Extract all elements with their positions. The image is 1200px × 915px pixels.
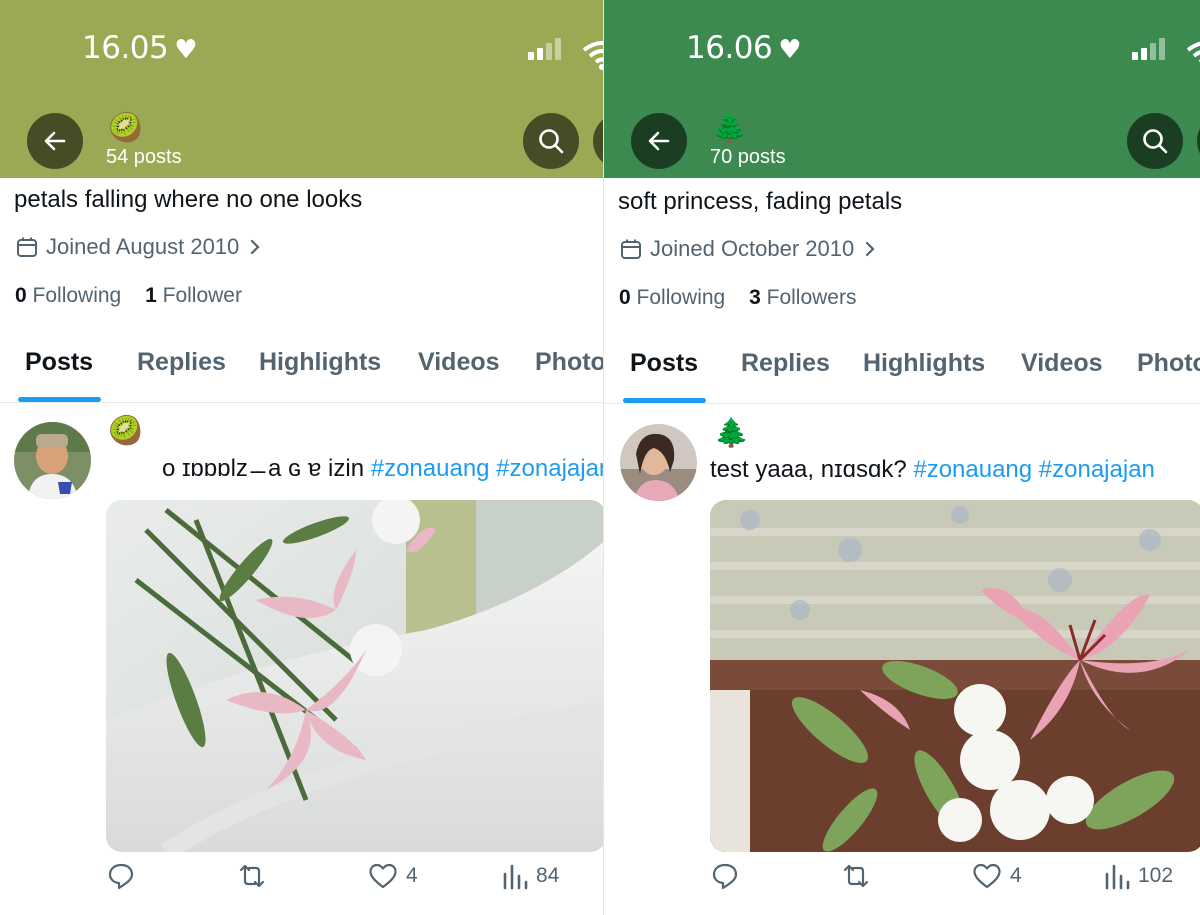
status-time: 16.06 ♥ — [686, 30, 802, 66]
more-button[interactable] — [593, 113, 603, 169]
avatar-image — [14, 422, 91, 499]
post-hashtags[interactable]: #zonauang #zonajajan — [913, 456, 1155, 483]
flower-photo — [106, 500, 603, 852]
tab-replies[interactable]: Replies — [741, 349, 830, 378]
tab-posts[interactable]: Posts — [630, 349, 698, 378]
following-link[interactable]: 0 Following — [15, 284, 121, 307]
calendar-icon — [17, 237, 37, 257]
posts-count: 54 posts — [106, 146, 182, 168]
profile-header: 16.05 ♥ 🥝 54 posts — [0, 0, 603, 178]
flower-photo — [710, 500, 1200, 852]
tab-videos[interactable]: Videos — [1021, 349, 1103, 378]
reply-icon — [712, 863, 738, 890]
like-button[interactable]: 4 — [368, 862, 418, 890]
back-button[interactable] — [631, 113, 687, 169]
views-count: 84 — [536, 864, 560, 887]
repost-button[interactable] — [236, 862, 276, 890]
wifi-icon — [582, 41, 603, 70]
follow-stats: 0 Following 1 Follower — [15, 284, 242, 308]
avatar-image — [620, 424, 697, 501]
active-tab-indicator — [623, 398, 706, 403]
signal-icon — [1132, 38, 1165, 60]
calendar-icon — [621, 239, 641, 259]
status-time: 16.05 ♥ — [82, 30, 198, 66]
repost-icon — [843, 864, 869, 888]
post-author-emoji: 🥝 — [108, 415, 143, 446]
follow-stats: 0 Following 3 Followers — [619, 286, 856, 310]
reply-icon — [108, 863, 134, 890]
search-button[interactable] — [1127, 113, 1183, 169]
posts-count: 70 posts — [710, 146, 786, 168]
post-actions: 4 84 — [0, 862, 603, 902]
profile-tabs: Posts Replies Highlights Videos Photos — [0, 345, 603, 403]
repost-icon — [239, 864, 265, 888]
joined-date[interactable]: Joined October 2010 — [620, 236, 878, 262]
like-count: 4 — [406, 864, 418, 887]
back-arrow-icon — [648, 131, 670, 151]
back-arrow-icon — [44, 131, 66, 151]
views-icon — [503, 864, 528, 890]
tab-photos[interactable]: Photos — [1137, 349, 1200, 378]
tab-posts[interactable]: Posts — [25, 348, 93, 377]
joined-label: Joined August 2010 — [46, 234, 240, 259]
header-emoji: 🌲 — [712, 112, 747, 143]
post-media[interactable] — [106, 500, 603, 852]
tab-videos[interactable]: Videos — [418, 348, 500, 377]
back-button[interactable] — [27, 113, 83, 169]
header-emoji: 🥝 — [108, 112, 143, 143]
followers-link[interactable]: 3 Followers — [749, 286, 856, 309]
heart-icon: ♥ — [174, 35, 198, 65]
profile-header: 16.06 ♥ 🌲 70 posts — [604, 0, 1200, 178]
like-icon — [973, 863, 1001, 889]
like-count: 4 — [1010, 864, 1022, 887]
followers-link[interactable]: 1 Follower — [145, 284, 242, 307]
active-tab-indicator — [18, 397, 101, 402]
profile-bio: petals falling where no one looks — [14, 186, 363, 213]
post-media[interactable] — [710, 500, 1200, 852]
tab-highlights[interactable]: Highlights — [863, 349, 985, 378]
joined-date[interactable]: Joined August 2010 — [16, 234, 263, 260]
chevron-right-icon — [866, 241, 875, 257]
screenshot-collage: 16.05 ♥ 🥝 54 posts petals falling where n… — [0, 0, 1200, 915]
views-button[interactable]: 102 — [1104, 862, 1173, 890]
avatar[interactable] — [620, 424, 697, 501]
heart-icon: ♥ — [778, 35, 802, 65]
profile-bio: soft princess, fading petals — [618, 188, 903, 215]
profile-tabs: Posts Replies Highlights Videos Photos — [604, 346, 1200, 404]
signal-icon — [528, 38, 561, 60]
post-hashtags[interactable]: #zonauang #zonajajan — [371, 455, 603, 482]
post-text: test yaaa, nɪɑsɑk? #zonauang #zonajajan — [710, 456, 1155, 483]
post-text: o ɪɒɒɒlᴢ ̵ ̵ a ɢ ɐ izin #zonauang #zonaj… — [162, 455, 603, 483]
tab-replies[interactable]: Replies — [137, 348, 226, 377]
avatar[interactable] — [14, 422, 91, 499]
joined-label: Joined October 2010 — [650, 236, 855, 261]
like-icon — [369, 863, 397, 889]
search-icon — [539, 129, 564, 154]
post-actions: 4 102 — [604, 862, 1200, 902]
search-button[interactable] — [523, 113, 579, 169]
wifi-icon — [1186, 41, 1200, 62]
tab-photos[interactable]: Photos — [535, 348, 603, 377]
views-count: 102 — [1138, 864, 1174, 887]
reply-button[interactable] — [107, 862, 143, 890]
reply-button[interactable] — [711, 862, 747, 890]
repost-button[interactable] — [840, 862, 880, 890]
following-link[interactable]: 0 Following — [619, 286, 725, 309]
tab-highlights[interactable]: Highlights — [259, 348, 381, 377]
profile-screen-left: 16.05 ♥ 🥝 54 posts petals falling where n… — [0, 0, 603, 915]
search-icon — [1143, 129, 1168, 154]
views-icon — [1105, 864, 1130, 890]
like-button[interactable]: 4 — [972, 862, 1022, 890]
chevron-right-icon — [251, 239, 260, 255]
post-author-emoji: 🌲 — [714, 417, 749, 448]
views-button[interactable]: 84 — [502, 862, 559, 890]
profile-screen-right: 16.06 ♥ 🌲 70 posts soft princess, fading … — [604, 0, 1200, 915]
